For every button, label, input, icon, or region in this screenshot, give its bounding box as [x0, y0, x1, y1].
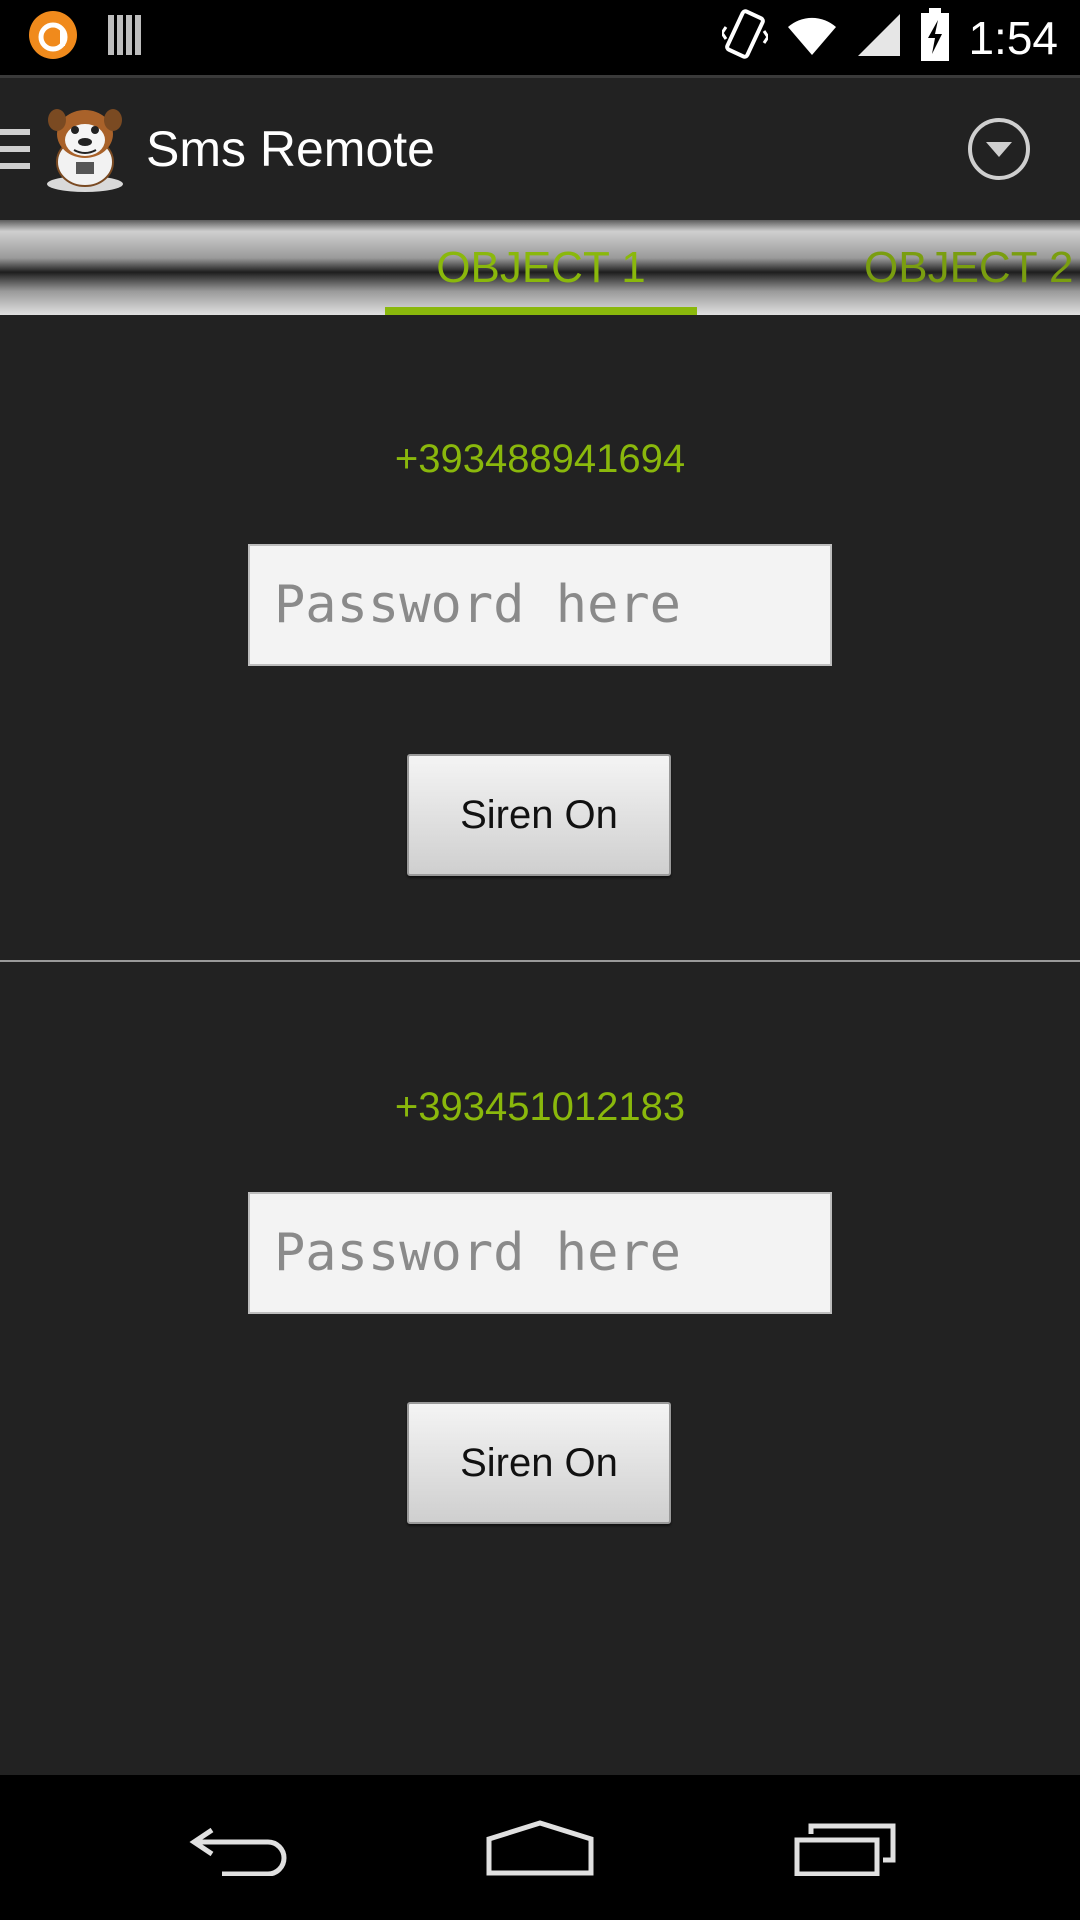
- signal-icon: [856, 12, 902, 63]
- siren-on-button[interactable]: Siren On: [407, 1402, 671, 1524]
- back-icon[interactable]: [180, 1775, 300, 1920]
- recents-icon[interactable]: [785, 1775, 905, 1920]
- status-bar: 1:54: [0, 0, 1080, 75]
- barcode-icon: [106, 13, 146, 62]
- wifi-icon: [786, 13, 838, 62]
- tab-label: OBJECT 2: [864, 242, 1074, 292]
- bulldog-logo[interactable]: [44, 104, 126, 194]
- divider: [0, 960, 1080, 962]
- tab-object-2[interactable]: OBJECT 2: [864, 220, 1080, 315]
- navigation-bar: [0, 1775, 1080, 1920]
- battery-charging-icon: [920, 8, 950, 67]
- siren-on-button[interactable]: Siren On: [407, 754, 671, 876]
- tab-label: OBJECT 1: [436, 242, 646, 292]
- action-bar: Sms Remote: [0, 75, 1080, 220]
- tab-selected-indicator: [385, 307, 697, 315]
- home-icon[interactable]: [480, 1775, 600, 1920]
- password-input[interactable]: [248, 1192, 832, 1314]
- password-input[interactable]: [248, 544, 832, 666]
- app-title: Sms Remote: [146, 121, 435, 177]
- status-time: 1:54: [968, 11, 1058, 64]
- dropdown-icon[interactable]: [968, 118, 1030, 180]
- avast-icon: [28, 10, 78, 65]
- phone-number: +393451012183: [394, 1085, 686, 1129]
- tab-strip: OBJECT 1 OBJECT 2: [0, 220, 1080, 315]
- phone-number: +393488941694: [394, 437, 686, 481]
- drawer-icon[interactable]: [0, 124, 30, 174]
- screen: 1:54 Sms Remote OBJECT 1 OBJECT 2 +39348…: [0, 0, 1080, 1920]
- vibrate-icon: [720, 9, 771, 66]
- tab-object-1[interactable]: OBJECT 1: [385, 220, 697, 315]
